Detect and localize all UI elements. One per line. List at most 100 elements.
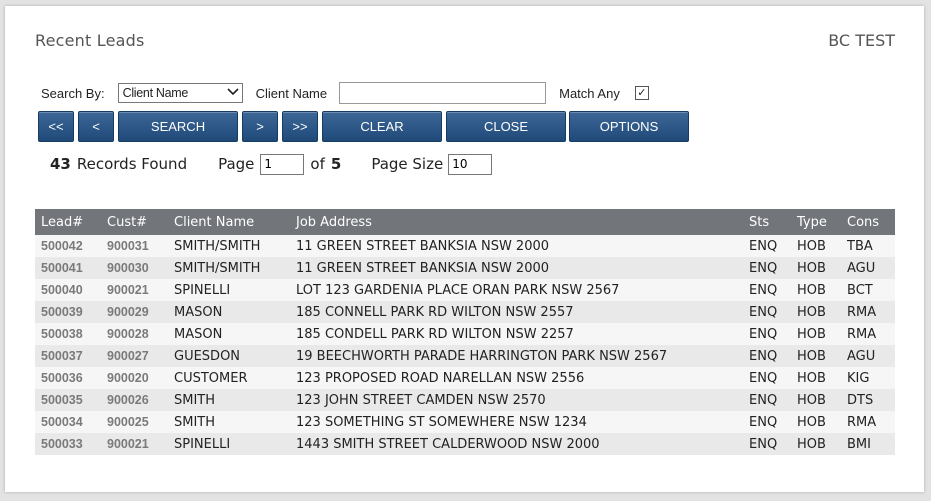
last-page-button[interactable]: >> bbox=[282, 111, 318, 142]
cell-job-address: LOT 123 GARDENIA PLACE ORAN PARK NSW 256… bbox=[296, 282, 620, 298]
cell-customer-number: 900030 bbox=[107, 261, 149, 275]
cell-lead-number[interactable]: 500042 bbox=[35, 235, 101, 257]
cell-type: HOB bbox=[797, 348, 826, 364]
cell-status: ENQ bbox=[749, 326, 778, 342]
cell-lead-number[interactable]: 500039 bbox=[35, 301, 101, 323]
close-button[interactable]: CLOSE bbox=[446, 111, 566, 142]
table-row[interactable]: 500042 900031 SMITH/SMITH 11 GREEN STREET B… bbox=[35, 235, 895, 257]
first-page-button[interactable]: << bbox=[38, 111, 74, 142]
options-button[interactable]: OPTIONS bbox=[569, 111, 689, 142]
cell-job-address: 11 GREEN STREET BANKSIA NSW 2000 bbox=[296, 238, 550, 254]
cell-job-address: 11 GREEN STREET BANKSIA NSW 2000 bbox=[296, 260, 550, 276]
page-size-label: Page Size bbox=[371, 155, 444, 173]
cell-customer-number: 900021 bbox=[107, 437, 149, 451]
cell-type: HOB bbox=[797, 282, 826, 298]
cell-client-name: GUESDON bbox=[174, 348, 241, 364]
table-row[interactable]: 500040 900021 SPINELLI LOT 123 GARDENIA PLA… bbox=[35, 279, 895, 301]
next-page-button[interactable]: > bbox=[242, 111, 278, 142]
cell-lead-number[interactable]: 500033 bbox=[35, 433, 101, 455]
cell-status: ENQ bbox=[749, 392, 778, 408]
recent-leads-panel: Recent Leads BC TEST Search By: Client N… bbox=[5, 6, 924, 492]
page-label: Page bbox=[218, 155, 255, 173]
cell-job-address: 19 BEECHWORTH PARADE HARRINGTON PARK NSW… bbox=[296, 348, 668, 364]
cell-status: ENQ bbox=[749, 238, 778, 254]
table-row[interactable]: 500038 900028 MASON 185 CONDELL PARK RD WIL… bbox=[35, 323, 895, 345]
table-row[interactable]: 500034 900025 SMITH 123 SOMETHING ST SOMEWH… bbox=[35, 411, 895, 433]
cell-status: ENQ bbox=[749, 260, 778, 276]
cell-job-address: 123 SOMETHING ST SOMEWHERE NSW 1234 bbox=[296, 414, 587, 430]
checkmark-icon: ✓ bbox=[637, 86, 647, 99]
column-header-type[interactable]: Type bbox=[791, 209, 841, 235]
cell-lead-number[interactable]: 500038 bbox=[35, 323, 101, 345]
cell-customer-number: 900028 bbox=[107, 327, 149, 341]
total-pages: 5 bbox=[330, 155, 342, 173]
search-by-select[interactable]: Client Name bbox=[117, 83, 243, 103]
cell-customer-number: 900027 bbox=[107, 349, 149, 363]
cell-type: HOB bbox=[797, 436, 826, 452]
column-header-client-name[interactable]: Client Name bbox=[168, 209, 290, 235]
cell-client-name: MASON bbox=[174, 326, 223, 342]
company-name: BC TEST bbox=[828, 31, 895, 50]
table-body: 500042 900031 SMITH/SMITH 11 GREEN STREET B… bbox=[35, 235, 895, 455]
cell-lead-number[interactable]: 500041 bbox=[35, 257, 101, 279]
cell-consultant: AGU bbox=[847, 260, 876, 276]
cell-client-name: SPINELLI bbox=[174, 436, 231, 452]
page-number-input[interactable] bbox=[260, 153, 305, 175]
cell-consultant: BMI bbox=[847, 436, 871, 452]
cell-type: HOB bbox=[797, 326, 826, 342]
column-header-status[interactable]: Sts bbox=[743, 209, 791, 235]
cell-customer-number: 900025 bbox=[107, 415, 149, 429]
search-by-value: Client Name bbox=[122, 86, 189, 100]
cell-consultant: AGU bbox=[847, 348, 876, 364]
clear-button[interactable]: CLEAR bbox=[322, 111, 442, 142]
cell-customer-number: 900021 bbox=[107, 283, 149, 297]
cell-status: ENQ bbox=[749, 348, 778, 364]
cell-consultant: DTS bbox=[847, 392, 874, 408]
column-header-consultant[interactable]: Cons bbox=[841, 209, 895, 235]
cell-client-name: SMITH/SMITH bbox=[174, 238, 261, 254]
cell-lead-number[interactable]: 500037 bbox=[35, 345, 101, 367]
table-row[interactable]: 500033 900021 SPINELLI 1443 SMITH STREET CA… bbox=[35, 433, 895, 455]
cell-client-name: MASON bbox=[174, 304, 223, 320]
cell-job-address: 1443 SMITH STREET CALDERWOOD NSW 2000 bbox=[296, 436, 600, 452]
cell-lead-number[interactable]: 500036 bbox=[35, 367, 101, 389]
previous-page-button[interactable]: < bbox=[78, 111, 114, 142]
cell-status: ENQ bbox=[749, 436, 778, 452]
client-name-input[interactable] bbox=[339, 82, 547, 104]
table-row[interactable]: 500039 900029 MASON 185 CONNELL PARK RD WIL… bbox=[35, 301, 895, 323]
cell-client-name: SMITH/SMITH bbox=[174, 260, 261, 276]
results-info: 43 Records Found Page of 5 Page Size bbox=[50, 152, 498, 176]
cell-lead-number[interactable]: 500034 bbox=[35, 411, 101, 433]
of-label: of bbox=[310, 155, 325, 173]
records-count: 43 bbox=[50, 155, 71, 173]
cell-status: ENQ bbox=[749, 282, 778, 298]
cell-type: HOB bbox=[797, 238, 826, 254]
match-any-checkbox[interactable]: ✓ bbox=[634, 86, 649, 100]
cell-type: HOB bbox=[797, 392, 826, 408]
column-header-customer-number[interactable]: Cust# bbox=[101, 209, 168, 235]
cell-job-address: 185 CONDELL PARK RD WILTON NSW 2257 bbox=[296, 326, 574, 342]
cell-consultant: RMA bbox=[847, 326, 877, 342]
table-header-row: Lead# Cust# Client Name Job Address Sts Type C… bbox=[35, 209, 895, 235]
column-header-job-address[interactable]: Job Address bbox=[290, 209, 743, 235]
cell-lead-number[interactable]: 500040 bbox=[35, 279, 101, 301]
cell-job-address: 123 JOHN STREET CAMDEN NSW 2570 bbox=[296, 392, 546, 408]
table-row[interactable]: 500037 900027 GUESDON 19 BEECHWORTH PARADE … bbox=[35, 345, 895, 367]
table-row[interactable]: 500036 900020 CUSTOMER 123 PROPOSED ROAD NA… bbox=[35, 367, 895, 389]
page-size-input[interactable] bbox=[448, 153, 493, 175]
cell-consultant: BCT bbox=[847, 282, 873, 298]
search-button[interactable]: SEARCH bbox=[118, 111, 238, 142]
cell-client-name: SPINELLI bbox=[174, 282, 231, 298]
cell-lead-number[interactable]: 500035 bbox=[35, 389, 101, 411]
cell-client-name: SMITH bbox=[174, 392, 216, 408]
records-found-label: Records Found bbox=[76, 155, 188, 173]
column-header-lead-number[interactable]: Lead# bbox=[35, 209, 101, 235]
cell-job-address: 185 CONNELL PARK RD WILTON NSW 2557 bbox=[296, 304, 574, 320]
cell-type: HOB bbox=[797, 414, 826, 430]
cell-status: ENQ bbox=[749, 414, 778, 430]
cell-customer-number: 900020 bbox=[107, 371, 149, 385]
search-by-label: Search By: bbox=[41, 85, 105, 101]
chevron-down-icon bbox=[227, 87, 239, 99]
table-row[interactable]: 500035 900026 SMITH 123 JOHN STREET CAMDEN … bbox=[35, 389, 895, 411]
table-row[interactable]: 500041 900030 SMITH/SMITH 11 GREEN STREET B… bbox=[35, 257, 895, 279]
